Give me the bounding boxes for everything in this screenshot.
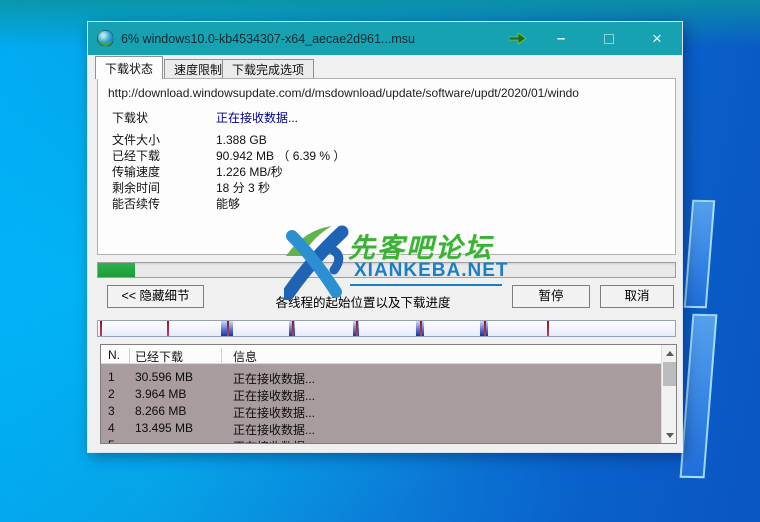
table-header[interactable]: N. 已经下载 信息	[101, 345, 661, 364]
time-left-value: 18 分 3 秒	[216, 181, 271, 195]
thread-row[interactable]: 4 13.495 MB 正在接收数据...	[101, 419, 661, 437]
thread-downloaded: 3.964 MB	[135, 387, 187, 401]
col-header-downloaded[interactable]: 已经下载	[135, 348, 183, 365]
time-left-label: 剩余时间	[112, 181, 161, 195]
thread-progress-bar	[97, 320, 676, 337]
window-title: 6% windows10.0-kb4534307-x64_aecae2d961.…	[121, 31, 415, 46]
minimize-button[interactable]: –	[546, 22, 576, 55]
thread-row[interactable]: 1 30.596 MB 正在接收数据...	[101, 368, 661, 386]
status-panel: http://download.windowsupdate.com/d/msdo…	[97, 78, 676, 255]
overall-progress-bar	[97, 262, 676, 278]
thread-number: 4	[108, 421, 115, 435]
table-scrollbar[interactable]	[661, 345, 676, 443]
tab-download-status[interactable]: 下载状态	[95, 56, 164, 79]
scroll-down-icon[interactable]	[662, 427, 676, 443]
col-header-info[interactable]: 信息	[233, 348, 257, 365]
status-label: 下载状	[112, 111, 149, 125]
downloaded-row: 已经下载 90.942 MB （ 6.39 % ）	[112, 147, 672, 164]
thread-downloaded: 30.596 MB	[135, 370, 194, 384]
pause-button[interactable]: 暂停	[512, 285, 590, 308]
downloaded-value: 90.942 MB （ 6.39 % ）	[216, 149, 346, 163]
time-left-row: 剩余时间 18 分 3 秒	[112, 179, 672, 196]
speed-label: 传输速度	[112, 165, 161, 179]
idm-app-icon	[97, 30, 114, 47]
col-header-n[interactable]: N.	[108, 348, 120, 362]
thread-start-tick	[546, 321, 549, 336]
speed-value: 1.226 MB/秒	[216, 165, 283, 179]
tab-on-complete-options[interactable]: 下载完成选项	[222, 59, 315, 79]
thread-info: 正在接收数据...	[233, 438, 315, 443]
status-value: 正在接收数据...	[216, 111, 299, 125]
titlebar[interactable]: 6% windows10.0-kb4534307-x64_aecae2d961.…	[88, 22, 682, 55]
filesize-row: 文件大小 1.388 GB	[112, 131, 672, 148]
idm-download-window: 6% windows10.0-kb4534307-x64_aecae2d961.…	[88, 22, 682, 452]
threads-table: N. 已经下载 信息 1 30.596 MB 正在接收数据... 2 3.964…	[100, 344, 677, 444]
status-row: 下载状 正在接收数据...	[112, 109, 672, 126]
close-button[interactable]: ×	[640, 22, 674, 55]
cancel-button[interactable]: 取消	[600, 285, 674, 308]
thread-start-tick	[227, 321, 230, 336]
speed-row: 传输速度 1.226 MB/秒	[112, 163, 672, 180]
filesize-value: 1.388 GB	[216, 133, 267, 147]
thread-start-tick	[166, 321, 169, 336]
windows-logo-pane	[683, 199, 716, 309]
maximize-icon	[604, 33, 614, 44]
column-divider[interactable]	[221, 348, 222, 363]
thread-start-tick	[99, 321, 102, 336]
desktop-wallpaper: 6% windows10.0-kb4534307-x64_aecae2d961.…	[0, 0, 760, 522]
filesize-label: 文件大小	[112, 133, 161, 147]
windows-logo-pane	[679, 313, 718, 479]
thread-start-tick	[355, 321, 358, 336]
thread-downloaded: 8.266 MB	[135, 404, 187, 418]
resume-label: 能否续传	[112, 197, 161, 211]
resume-value: 能够	[216, 197, 241, 211]
scrollbar-thumb[interactable]	[663, 362, 676, 386]
thread-number: 5	[108, 438, 115, 443]
thread-row[interactable]: 2 3.964 MB 正在接收数据...	[101, 385, 661, 403]
maximize-button[interactable]	[594, 22, 624, 55]
thread-downloaded: 13.495 MB	[135, 421, 194, 435]
resume-row: 能否续传 能够	[112, 195, 672, 212]
thread-row[interactable]: 3 8.266 MB 正在接收数据...	[101, 402, 661, 420]
thread-start-tick	[419, 321, 422, 336]
scroll-up-icon[interactable]	[662, 345, 676, 361]
threads-caption: 各线程的起始位置以及下载进度	[275, 296, 451, 310]
thread-start-tick	[291, 321, 294, 336]
thread-number: 3	[108, 404, 115, 418]
hide-details-button[interactable]: << 隐藏细节	[107, 285, 204, 308]
table-body: 1 30.596 MB 正在接收数据... 2 3.964 MB 正在接收数据.…	[101, 364, 661, 443]
progress-fill	[98, 263, 135, 277]
watermark-underline	[350, 284, 502, 286]
thread-number: 2	[108, 387, 115, 401]
thread-row[interactable]: 5 正在接收数据...	[101, 436, 661, 443]
thread-number: 1	[108, 370, 115, 384]
thread-start-tick	[484, 321, 486, 336]
download-url: http://download.windowsupdate.com/d/msdo…	[108, 86, 579, 100]
column-divider[interactable]	[129, 348, 130, 363]
download-arrow-icon	[500, 22, 534, 55]
downloaded-label: 已经下载	[112, 149, 161, 163]
